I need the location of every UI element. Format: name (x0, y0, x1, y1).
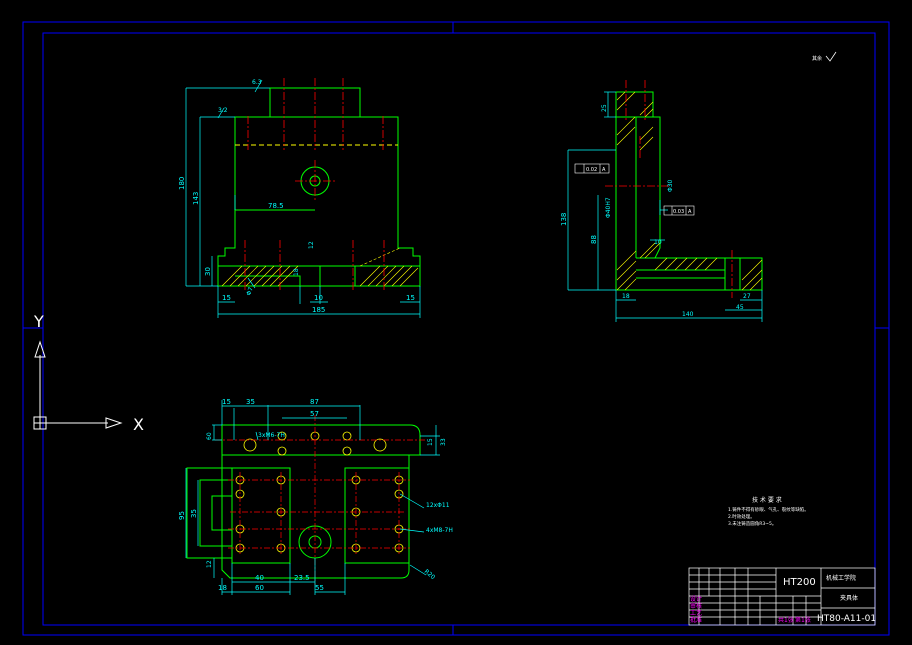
title-scale-1: 共1张 (778, 616, 794, 624)
drawing-frame-inner (42, 32, 876, 626)
top-view: 15 35 87 57 60 15 33 95 35 12 40 60 23.5… (178, 398, 453, 595)
dim-d10: 10 (654, 239, 662, 246)
dim-width-140: 140 (682, 311, 694, 318)
dim-d15-right: 15 (406, 294, 415, 302)
top-view-holes (235, 431, 404, 553)
dim-top-23-5: 23.5 (294, 574, 310, 582)
tech-req-title: 技 术 要 求 (752, 496, 782, 504)
title-drawing-no: HT80-A11-01 (817, 614, 876, 624)
title-sub-4: 批准 (690, 616, 702, 624)
dim-total-height: 180 (178, 177, 186, 190)
dim-top-87: 87 (310, 398, 319, 406)
front-center-lines (244, 78, 385, 292)
front-dim-lines (185, 79, 421, 318)
dim-small-18: 18 (293, 268, 300, 276)
roughness-a: 6.3 (252, 79, 262, 86)
dim-d10: 10 (314, 294, 323, 302)
roughness-b: 3.2 (218, 107, 228, 114)
dim-h138: 138 (560, 213, 568, 226)
title-scale-2: 第1张 (795, 616, 811, 624)
title-sub-1: 设计 (690, 595, 702, 603)
dim-top-r20: R20 (423, 568, 437, 581)
dim-top-40: 40 (255, 574, 264, 582)
tol-ref-2: A (688, 209, 692, 215)
dim-d18: 18 (622, 293, 630, 300)
roughness-symbol (825, 51, 837, 62)
cad-drawing-canvas[interactable]: Y X 180 143 30 78.5 12 15 10 15 185 Φ7 1… (0, 0, 912, 645)
dim-top-15r: 15 (427, 438, 434, 446)
tech-req-item-3: 3.未注铸造圆角R3~5。 (728, 520, 776, 527)
dim-height-143: 143 (192, 192, 200, 205)
dim-d45: 45 (736, 304, 744, 311)
dim-top-35: 35 (246, 398, 255, 406)
side-dim-lines (567, 91, 763, 322)
dim-bore-2: Φ30 (667, 179, 674, 192)
title-school: 机械工学院 (826, 574, 856, 582)
dim-top-12: 12 (206, 560, 213, 568)
dim-top-57: 57 (310, 410, 319, 418)
dim-hole-offset: 78.5 (268, 202, 284, 210)
tol-value-2: 0.03 (673, 209, 684, 215)
title-material: HT200 (783, 577, 816, 588)
title-block: HT200 机械工学院 夹具体 HT80-A11-01 设计 审核 工艺 批准 … (688, 567, 876, 626)
dim-top-35v: 35 (190, 509, 198, 518)
dim-width-185: 185 (312, 306, 325, 314)
dim-top-60b: 60 (255, 584, 264, 592)
top-dim-lines (185, 400, 440, 595)
note-holes-3: 4xM8-7H (426, 527, 453, 534)
ucs-icon (33, 340, 123, 430)
title-sub-2: 审核 (690, 602, 702, 610)
drawing-frame-outer (22, 21, 890, 636)
dim-d15-left: 15 (222, 294, 231, 302)
dim-top-25: 25 (601, 104, 608, 112)
title-part-name: 夹具体 (840, 594, 858, 602)
ucs-y-label: Y (33, 312, 44, 331)
dim-base-height: 30 (204, 267, 212, 276)
tol-value-1: 0.02 (586, 167, 597, 173)
dim-top-55: 55 (315, 584, 324, 592)
tech-req-item-1: 1.铸件不得有砂眼、气孔、裂纹等缺陷。 (728, 506, 809, 513)
front-view: 180 143 30 78.5 12 15 10 15 185 Φ7 18 6.… (178, 78, 421, 318)
tech-req-item-2: 2.时效处理。 (728, 513, 755, 520)
side-view: 0.02 A 0.03 A 25 138 88 Φ40H7 Φ30 18 10 … (560, 80, 763, 322)
dim-top-33: 33 (440, 438, 447, 446)
dim-top-18: 18 (218, 584, 227, 592)
note-holes-2: 12xΦ11 (426, 502, 450, 509)
title-sub-3: 工艺 (690, 609, 702, 617)
dim-d27: 27 (743, 293, 751, 300)
tol-ref-1: A (602, 167, 606, 173)
dim-bore-1: Φ40H7 (605, 197, 612, 218)
dim-top-15: 15 (222, 398, 231, 406)
note-holes-1: 3xM6-7H (258, 432, 285, 439)
roughness-note: 其余 (812, 55, 822, 62)
dim-hole-dia: Φ7 (245, 286, 255, 297)
dim-slot-12: 12 (308, 241, 315, 249)
dim-top-95: 95 (178, 511, 186, 520)
ucs-x-label: X (133, 415, 144, 434)
side-view-outline (615, 91, 763, 291)
dim-h88: 88 (590, 235, 598, 244)
tech-requirements: 技 术 要 求 1.铸件不得有砂眼、气孔、裂纹等缺陷。 2.时效处理。 3.未注… (728, 496, 809, 527)
dim-top-60: 60 (206, 432, 213, 440)
